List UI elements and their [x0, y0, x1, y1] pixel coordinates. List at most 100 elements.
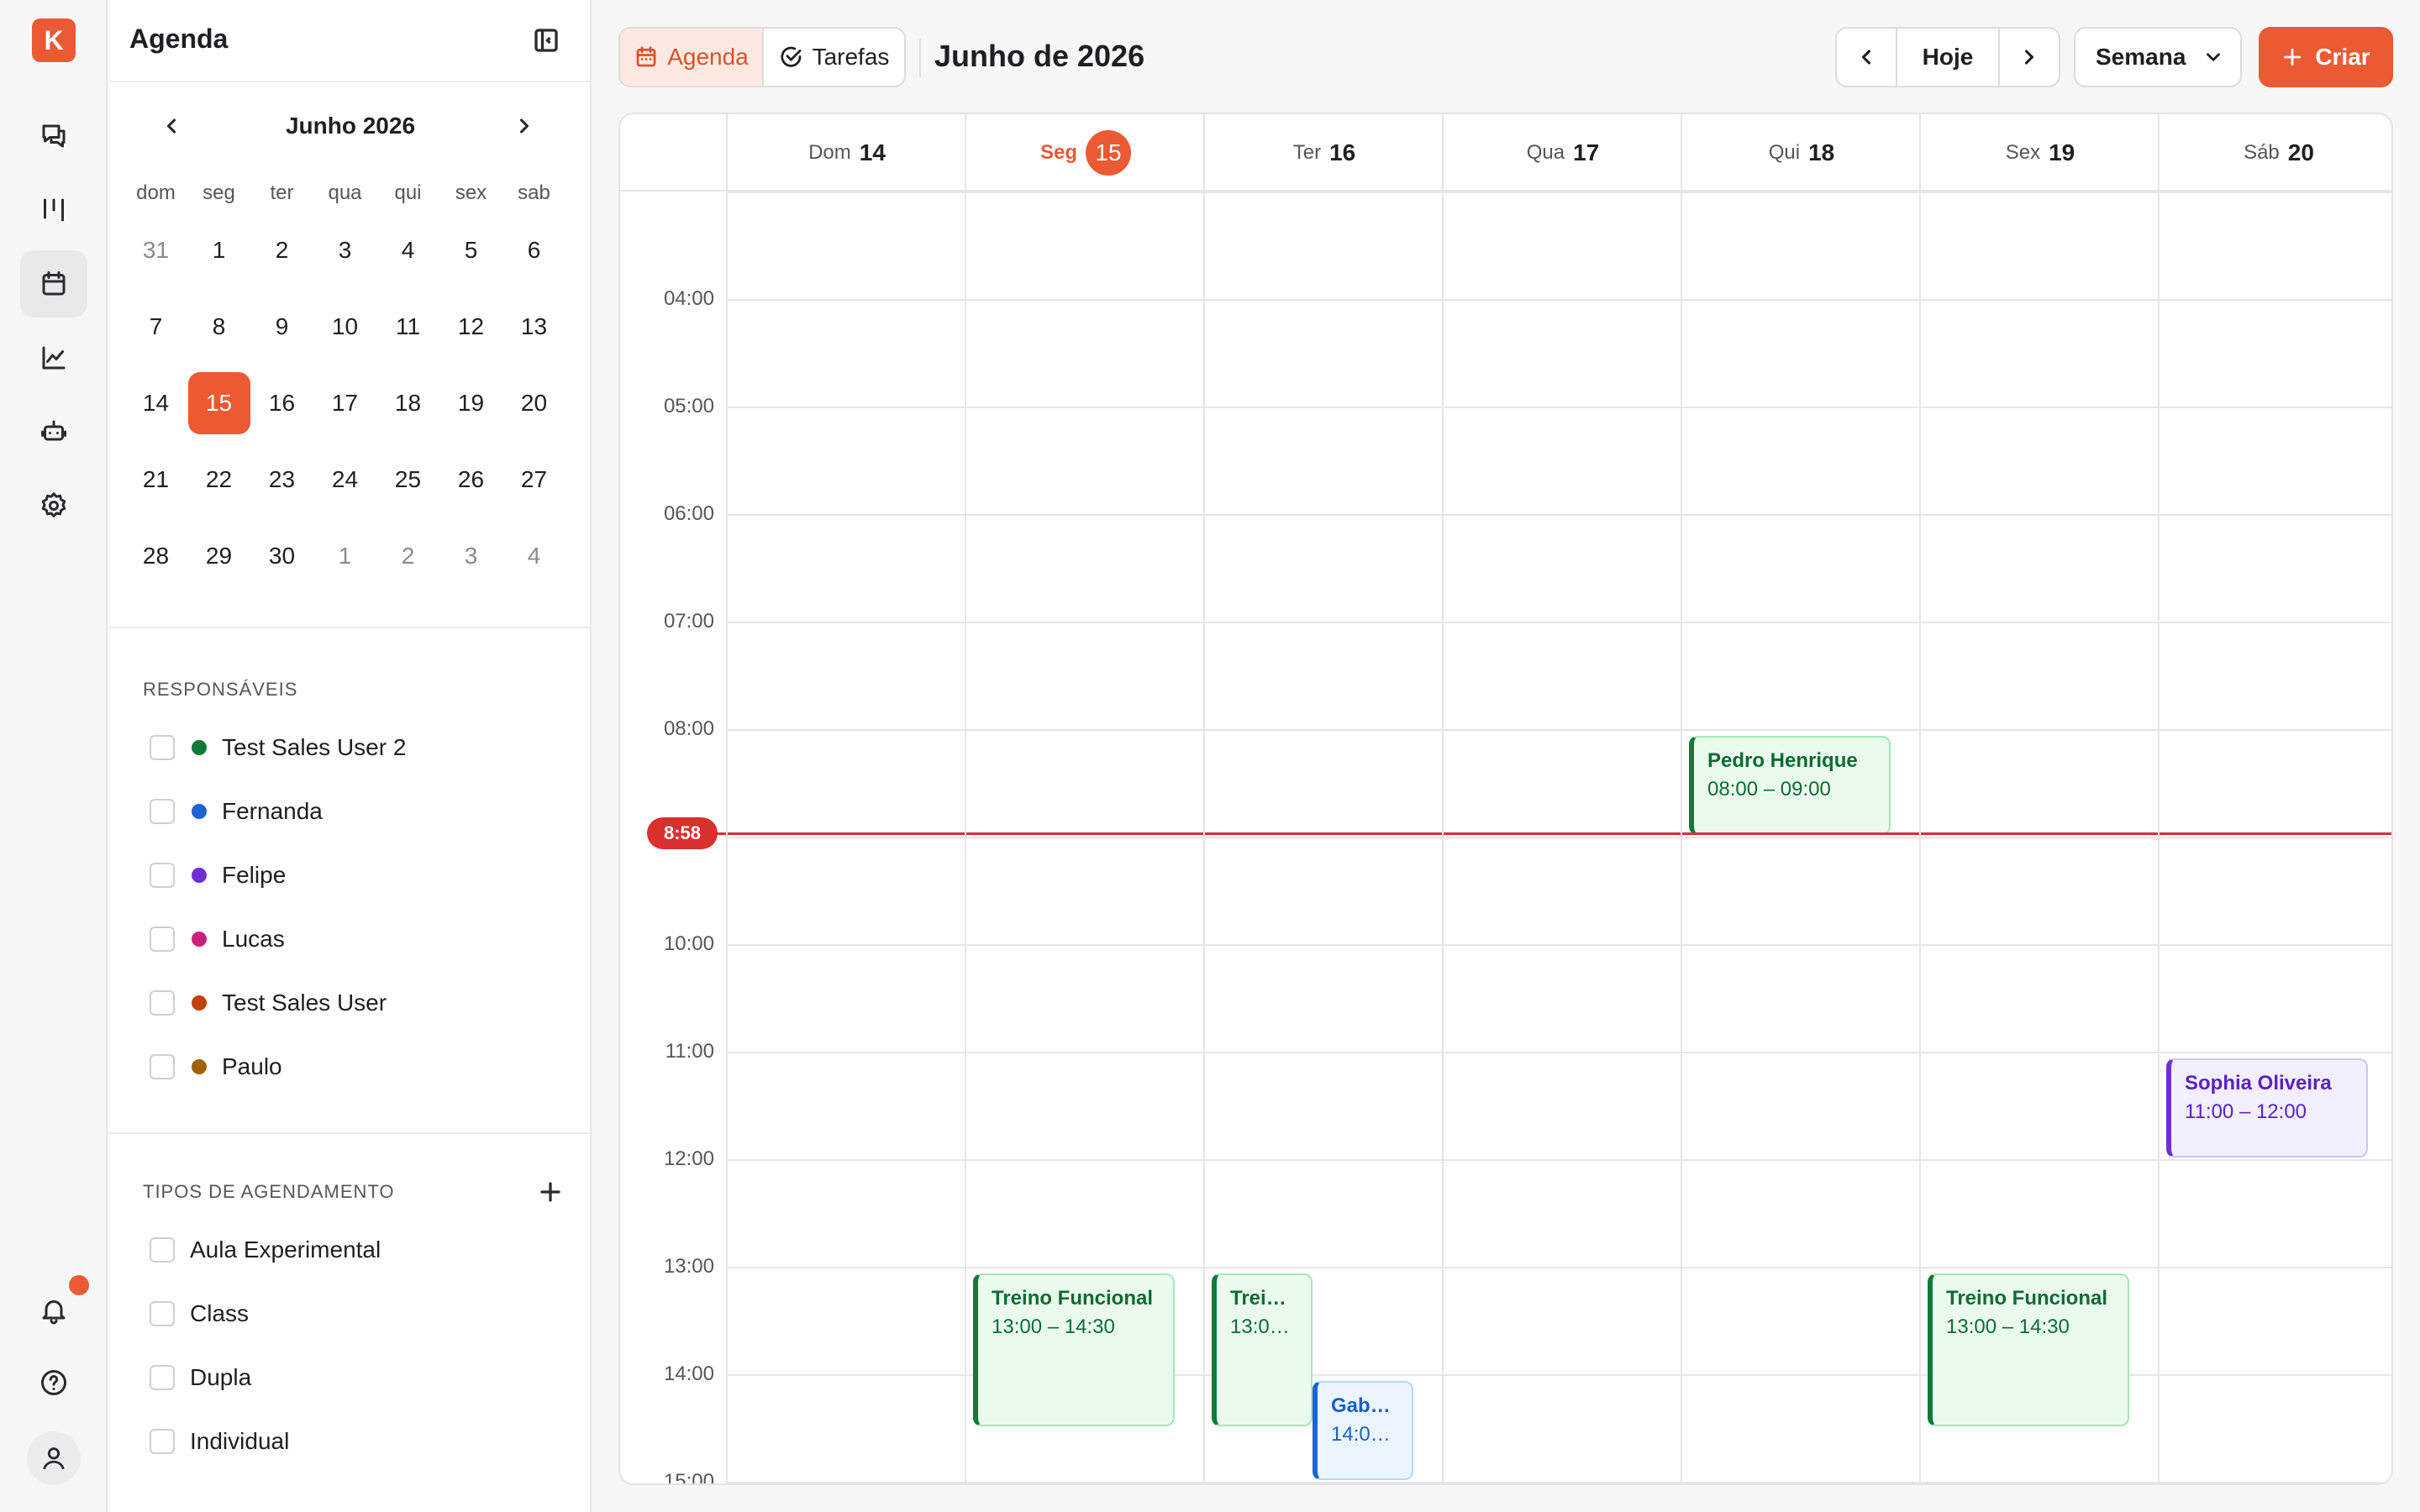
mini-cal-day[interactable]: 1: [187, 212, 250, 288]
calendar-event[interactable]: Pedro Henrique 08:00 – 09:00: [1689, 736, 1891, 835]
filter-checkbox[interactable]: [150, 799, 175, 824]
gear-icon[interactable]: [20, 472, 87, 539]
day-header[interactable]: Qui 18: [1682, 114, 1921, 192]
tab-agenda[interactable]: Agenda: [620, 29, 764, 86]
day-header[interactable]: Seg 15: [966, 114, 1205, 192]
mini-cal-day[interactable]: 26: [439, 441, 502, 517]
color-dot: [192, 740, 207, 755]
mini-cal-day[interactable]: 9: [250, 288, 313, 365]
tab-tarefas[interactable]: Tarefas: [764, 29, 904, 86]
mini-cal-day[interactable]: 3: [439, 517, 502, 594]
mini-cal-day[interactable]: 8: [187, 288, 250, 365]
filter-checkbox[interactable]: [150, 1429, 175, 1454]
filter-item[interactable]: Test Sales User: [150, 986, 387, 1020]
day-header[interactable]: Sex 19: [1921, 114, 2160, 192]
mini-cal-day[interactable]: 16: [250, 365, 313, 441]
mini-cal-day[interactable]: 20: [502, 365, 566, 441]
mini-cal-day[interactable]: 22: [187, 441, 250, 517]
mini-cal-day[interactable]: 11: [376, 288, 439, 365]
mini-cal-day[interactable]: 28: [124, 517, 187, 594]
mini-cal-day[interactable]: 14: [124, 365, 187, 441]
mini-cal-day[interactable]: 18: [376, 365, 439, 441]
chevron-right-icon: [2024, 50, 2034, 65]
filter-item[interactable]: Class: [150, 1297, 249, 1331]
mini-cal-day[interactable]: 27: [502, 441, 566, 517]
collapse-panel-icon[interactable]: [531, 25, 561, 55]
filter-checkbox[interactable]: [150, 1301, 175, 1326]
day-column-divider: [1442, 114, 1444, 1483]
mini-cal-day[interactable]: 6: [502, 212, 566, 288]
event-title: Pedro Henrique: [1707, 749, 1858, 772]
calendar-event[interactable]: Sophia Oliveira 11:00 – 12:00: [2166, 1058, 2368, 1158]
hour-line: [728, 1159, 2391, 1161]
mini-cal-day[interactable]: 1: [313, 517, 376, 594]
day-column-divider: [1681, 114, 1682, 1483]
mini-cal-day[interactable]: 4: [376, 212, 439, 288]
filter-item[interactable]: Test Sales User 2: [150, 731, 406, 764]
mini-cal-day[interactable]: 2: [376, 517, 439, 594]
filter-label: Fernanda: [222, 798, 323, 824]
mini-cal-day[interactable]: 5: [439, 212, 502, 288]
calendar-event[interactable]: Treino Funcional 13:00 – 14:30: [1928, 1273, 2129, 1426]
calendar-event[interactable]: Treino Funcional 13:00 – 14:30: [973, 1273, 1175, 1426]
mini-cal-day[interactable]: 21: [124, 441, 187, 517]
help-icon[interactable]: [20, 1349, 87, 1416]
filter-checkbox[interactable]: [150, 735, 175, 760]
filter-item[interactable]: Felipe: [150, 858, 286, 892]
mini-cal-day[interactable]: 30: [250, 517, 313, 594]
chat-icon[interactable]: [20, 102, 87, 170]
view-select[interactable]: Semana: [2074, 27, 2242, 87]
filter-item[interactable]: Aula Experimental: [150, 1233, 381, 1267]
filter-checkbox[interactable]: [150, 990, 175, 1016]
mini-cal-day[interactable]: 7: [124, 288, 187, 365]
filter-checkbox[interactable]: [150, 1237, 175, 1263]
create-button[interactable]: Criar: [2259, 27, 2393, 87]
filter-item[interactable]: Individual: [150, 1425, 289, 1458]
mini-cal-day[interactable]: 25: [376, 441, 439, 517]
filter-item[interactable]: Fernanda: [150, 795, 323, 828]
mini-cal-day[interactable]: 31: [124, 212, 187, 288]
filter-checkbox[interactable]: [150, 927, 175, 952]
user-avatar[interactable]: [27, 1431, 81, 1485]
mini-cal-day[interactable]: 24: [313, 441, 376, 517]
mini-cal-day[interactable]: 10: [313, 288, 376, 365]
filter-checkbox[interactable]: [150, 1054, 175, 1079]
event-time: 11:00 – 12:00: [2185, 1100, 2307, 1123]
mini-cal-day[interactable]: 4: [502, 517, 566, 594]
today-button[interactable]: Hoje: [1896, 29, 2000, 86]
filter-checkbox[interactable]: [150, 1365, 175, 1390]
calendar-event[interactable]: Treino Funcional 13:00 – 14:30: [1212, 1273, 1313, 1426]
mini-cal-day[interactable]: 15: [187, 365, 250, 441]
mini-cal-day[interactable]: 17: [313, 365, 376, 441]
mini-cal-day[interactable]: 13: [502, 288, 566, 365]
kanban-icon[interactable]: [20, 176, 87, 244]
day-header[interactable]: Qua 17: [1444, 114, 1682, 192]
bot-icon[interactable]: [20, 398, 87, 465]
chart-icon[interactable]: [20, 324, 87, 391]
app-logo[interactable]: K: [32, 18, 76, 62]
calendar-event[interactable]: Gabriel 14:00 – 15:00: [1313, 1381, 1413, 1480]
filter-item[interactable]: Lucas: [150, 922, 285, 956]
mini-cal-day[interactable]: 12: [439, 288, 502, 365]
mini-cal-day[interactable]: 19: [439, 365, 502, 441]
mini-cal-day[interactable]: 23: [250, 441, 313, 517]
mini-calendar: Junho 2026 dom seg ter qua qui sex sab 31 1 2 3 4 5 6…: [109, 84, 592, 628]
color-dot: [192, 995, 207, 1011]
mini-cal-day[interactable]: 3: [313, 212, 376, 288]
prev-week-button[interactable]: [1837, 29, 1896, 86]
calendar-icon[interactable]: [20, 250, 87, 318]
day-header[interactable]: Sáb 20: [2160, 114, 2391, 192]
mini-cal-day[interactable]: 29: [187, 517, 250, 594]
mini-cal-next-icon[interactable]: [508, 109, 541, 143]
next-week-button[interactable]: [2000, 29, 2059, 86]
filter-item[interactable]: Dupla: [150, 1361, 251, 1394]
day-header[interactable]: Ter 16: [1205, 114, 1444, 192]
filter-checkbox[interactable]: [150, 863, 175, 888]
filter-item[interactable]: Paulo: [150, 1050, 282, 1084]
mini-cal-day-label: 3: [338, 236, 352, 263]
mini-cal-day[interactable]: 2: [250, 212, 313, 288]
day-header[interactable]: Dom 14: [728, 114, 966, 192]
filter-label: Dupla: [190, 1364, 252, 1390]
add-tipo-icon[interactable]: [538, 1179, 563, 1205]
responsaveis-section: Responsáveis Test Sales User 2 Fernanda Fe…: [109, 630, 592, 1134]
